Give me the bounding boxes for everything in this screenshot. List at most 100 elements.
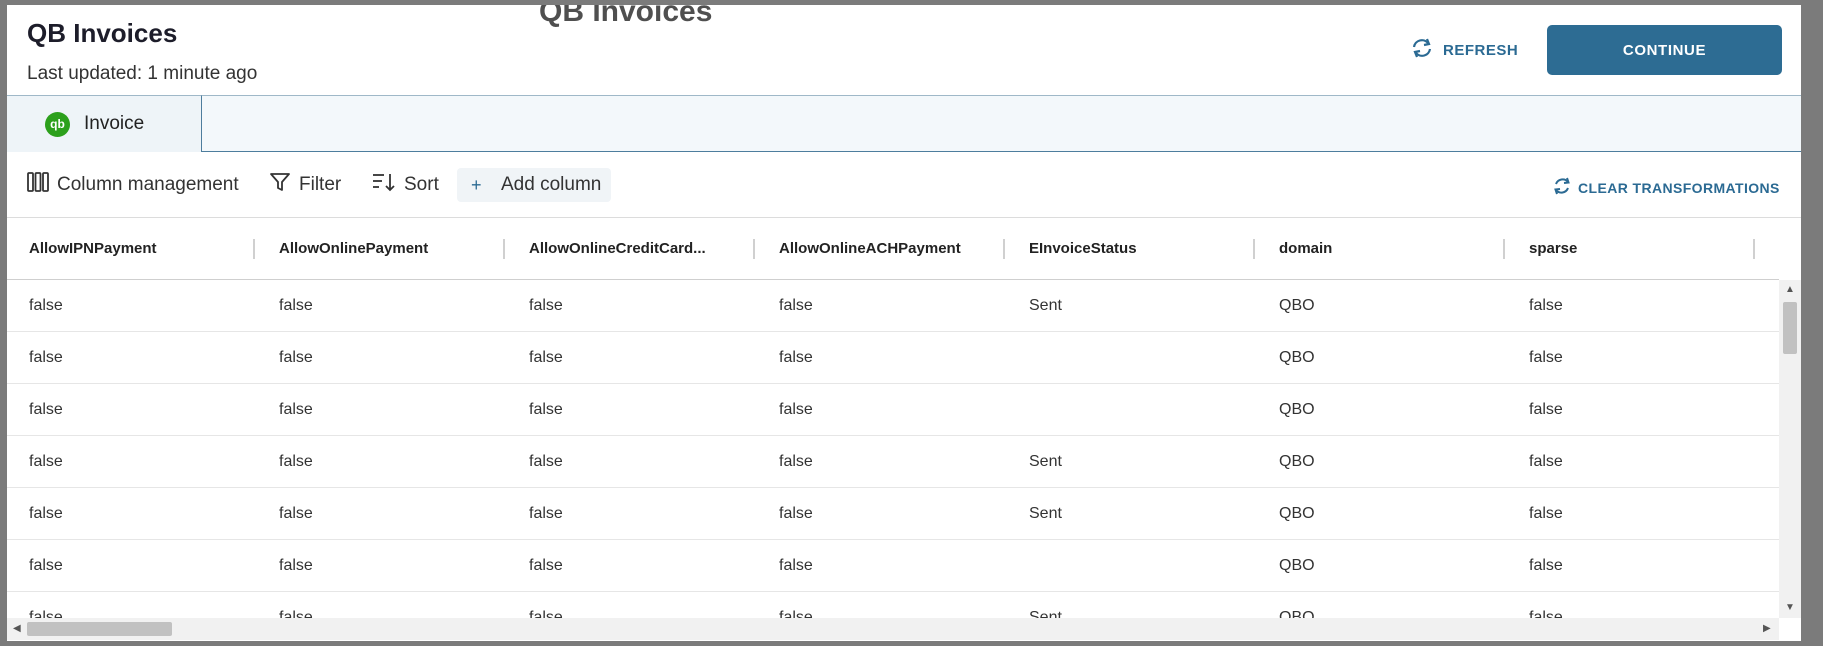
tab-label: Invoice — [84, 113, 145, 134]
scroll-right-arrow-icon[interactable]: ▶ — [1763, 623, 1771, 634]
scroll-up-arrow-icon[interactable]: ▲ — [1785, 284, 1795, 295]
table-cell: QBO — [1279, 505, 1315, 522]
reset-icon — [1552, 176, 1572, 199]
table-row[interactable]: false false false false Sent QBO false — [7, 488, 1779, 540]
table-cell: false — [1529, 505, 1563, 522]
column-resize-handle[interactable] — [253, 239, 255, 259]
table-cell — [1007, 384, 1029, 436]
table-row[interactable]: false false false false QBO false — [7, 332, 1779, 384]
sort-label: Sort — [404, 174, 439, 195]
column-header[interactable]: Id — [1757, 218, 1779, 279]
column-header[interactable]: AllowIPNPayment — [7, 218, 257, 279]
table-cell: false — [1529, 349, 1563, 366]
column-header[interactable]: AllowOnlineCreditCard... — [507, 218, 757, 279]
table-cell: false — [279, 609, 313, 618]
tab-invoice[interactable]: qb Invoice — [7, 95, 202, 152]
plus-icon: + — [471, 174, 482, 195]
table-cell: false — [29, 453, 63, 470]
continue-button[interactable]: CONTINUE — [1547, 25, 1782, 75]
data-grid: AllowIPNPayment AllowOnlinePayment Allow… — [7, 218, 1779, 618]
dataset-modal: QB Invoices QB Invoices Last updated: 1 … — [7, 5, 1801, 641]
table-cell: Sent — [1029, 505, 1062, 522]
table-row[interactable]: false false false false Sent QBO false — [7, 280, 1779, 332]
clear-transformations-label: CLEAR TRANSFORMATIONS — [1578, 179, 1780, 196]
table-cell: QBO — [1279, 349, 1315, 366]
column-header[interactable]: domain — [1257, 218, 1507, 279]
table-cell: false — [29, 557, 63, 574]
table-cell: false — [529, 609, 563, 618]
table-cell: false — [1529, 401, 1563, 418]
table-cell: false — [1529, 453, 1563, 470]
table-cell: false — [779, 401, 813, 418]
refresh-button[interactable]: REFRESH — [1409, 37, 1518, 63]
columns-icon — [27, 171, 49, 199]
table-cell: false — [279, 401, 313, 418]
column-header[interactable]: sparse — [1507, 218, 1757, 279]
table-cell — [1007, 332, 1029, 384]
table-cell: QBO — [1279, 297, 1315, 314]
table-cell: false — [29, 297, 63, 314]
table-cell: false — [529, 349, 563, 366]
table-cell: Sent — [1029, 297, 1062, 314]
column-resize-handle[interactable] — [1753, 239, 1755, 259]
table-cell: Sent — [1029, 453, 1062, 470]
column-header[interactable]: AllowOnlinePayment — [257, 218, 507, 279]
column-header[interactable]: EInvoiceStatus — [1007, 218, 1257, 279]
column-resize-handle[interactable] — [753, 239, 755, 259]
table-cell: false — [1529, 609, 1563, 618]
quickbooks-logo-icon: qb — [45, 111, 70, 137]
table-cell: false — [1529, 297, 1563, 314]
column-resize-handle[interactable] — [503, 239, 505, 259]
table-cell: false — [29, 349, 63, 366]
table-cell: false — [529, 505, 563, 522]
column-resize-handle[interactable] — [1503, 239, 1505, 259]
table-cell: false — [529, 401, 563, 418]
grid-header: AllowIPNPayment AllowOnlinePayment Allow… — [7, 218, 1779, 280]
clear-transformations-button[interactable]: CLEAR TRANSFORMATIONS — [1552, 176, 1780, 199]
column-management-button[interactable]: Column management — [27, 168, 239, 202]
filter-button[interactable]: Filter — [269, 168, 341, 202]
add-column-button[interactable]: + Add column — [457, 168, 612, 202]
scroll-left-arrow-icon[interactable]: ◀ — [13, 623, 21, 634]
table-row[interactable]: false false false false Sent QBO false — [7, 436, 1779, 488]
refresh-icon — [1409, 37, 1435, 63]
modal-header: QB Invoices Last updated: 1 minute ago R… — [7, 5, 1801, 95]
column-management-label: Column management — [57, 174, 239, 195]
add-column-label: Add column — [501, 174, 602, 195]
filter-label: Filter — [299, 174, 342, 195]
table-cell: false — [279, 349, 313, 366]
table-cell: QBO — [1279, 453, 1315, 470]
column-header[interactable]: AllowOnlineACHPayment — [757, 218, 1007, 279]
table-row[interactable]: false false false false QBO false — [7, 540, 1779, 592]
sort-button[interactable]: Sort — [372, 168, 439, 202]
table-cell: false — [529, 557, 563, 574]
table-row[interactable]: false false false false QBO false — [7, 384, 1779, 436]
table-cell: false — [779, 609, 813, 618]
last-updated-text: Last updated: 1 minute ago — [27, 63, 258, 84]
scroll-down-arrow-icon[interactable]: ▼ — [1785, 602, 1795, 613]
table-cell: false — [779, 557, 813, 574]
table-cell — [1007, 540, 1029, 592]
column-resize-handle[interactable] — [1253, 239, 1255, 259]
refresh-label: REFRESH — [1443, 41, 1519, 59]
horizontal-scroll-thumb[interactable] — [27, 622, 172, 636]
table-cell: false — [29, 505, 63, 522]
filter-icon — [269, 171, 291, 199]
page-title: QB Invoices — [27, 18, 178, 48]
vertical-scroll-thumb[interactable] — [1783, 302, 1797, 354]
table-cell: false — [279, 557, 313, 574]
column-resize-handle[interactable] — [1003, 239, 1005, 259]
table-cell: false — [779, 453, 813, 470]
horizontal-scrollbar[interactable]: ◀ ▶ — [7, 618, 1779, 640]
table-cell: false — [279, 297, 313, 314]
table-cell: Sent — [1029, 609, 1062, 618]
table-row[interactable]: false false false false Sent QBO false — [7, 592, 1779, 618]
table-cell: false — [779, 349, 813, 366]
tab-bar: qb Invoice — [7, 95, 1801, 152]
vertical-scrollbar[interactable]: ▲ ▼ — [1779, 280, 1801, 618]
table-cell: false — [529, 453, 563, 470]
table-cell: false — [29, 609, 63, 618]
table-cell: false — [1529, 557, 1563, 574]
table-cell: false — [279, 453, 313, 470]
table-cell: false — [779, 505, 813, 522]
